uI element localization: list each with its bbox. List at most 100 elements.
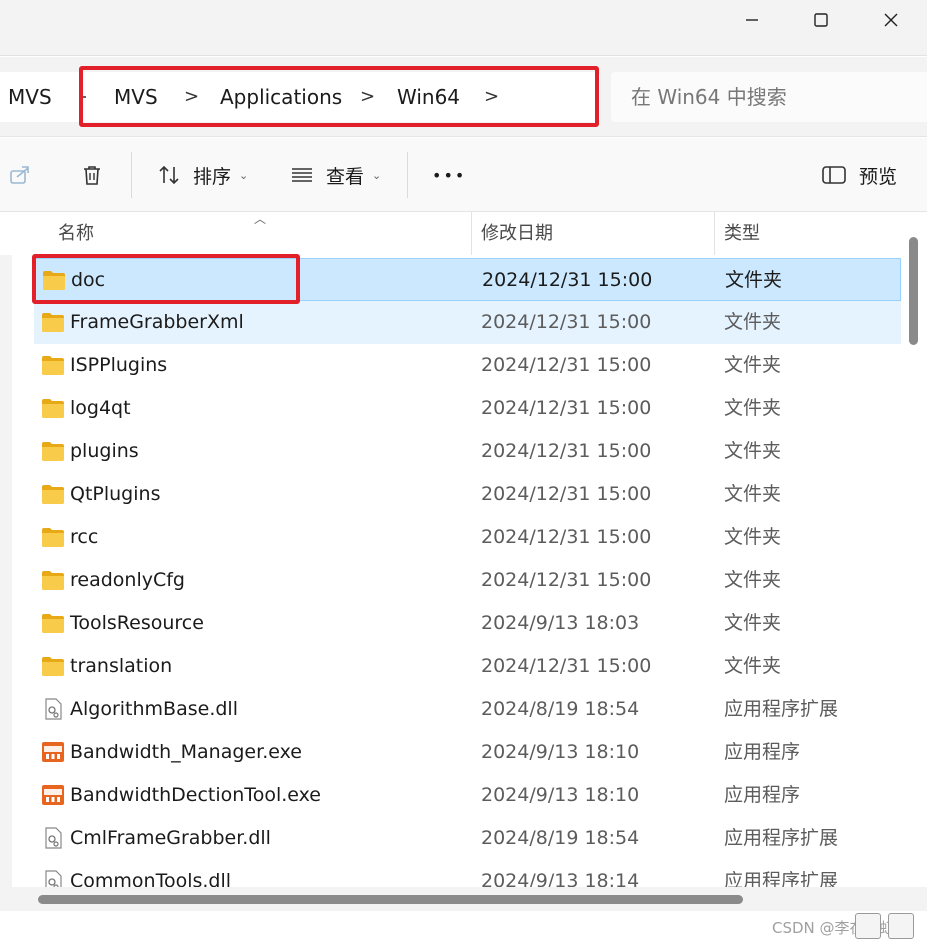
breadcrumb-separator[interactable]: > [484, 72, 499, 122]
file-modified-date: 2024/12/31 15:00 [481, 655, 652, 677]
file-modified-date: 2024/12/31 15:00 [481, 440, 652, 462]
share-button[interactable] [8, 138, 32, 212]
breadcrumb-item-win64[interactable]: Win64 [397, 72, 460, 122]
file-row[interactable]: Bandwidth_Manager.exe 2024/9/13 18:10 应用程序 [34, 731, 901, 774]
file-row[interactable]: doc 2024/12/31 15:00 文件夹 [34, 258, 901, 301]
file-name[interactable]: ISPPlugins [70, 344, 167, 387]
command-bar: 排序 ⌄ 查看 ⌄ ••• 预览 [0, 138, 927, 212]
file-modified-date: 2024/9/13 18:10 [481, 741, 640, 763]
breadcrumb-separator[interactable]: > [360, 72, 375, 122]
file-name[interactable]: QtPlugins [70, 473, 160, 516]
search-input[interactable] [631, 72, 921, 122]
file-name[interactable]: readonlyCfg [70, 559, 185, 602]
file-modified-date: 2024/12/31 15:00 [482, 269, 653, 291]
column-divider[interactable] [471, 212, 472, 255]
file-type: 应用程序 [724, 784, 801, 806]
file-type: 应用程序扩展 [724, 827, 839, 849]
title-bar [0, 0, 927, 56]
file-type: 文件夹 [724, 354, 782, 376]
file-name[interactable]: CommonTools.dll [70, 860, 231, 888]
exe-icon [42, 742, 64, 762]
file-name[interactable]: rcc [70, 516, 98, 559]
breadcrumb-prefix[interactable]: MVS [8, 72, 52, 122]
file-modified-date: 2024/9/13 18:14 [481, 870, 640, 888]
file-modified-date: 2024/12/31 15:00 [481, 397, 652, 419]
file-name[interactable]: BandwidthDectionTool.exe [70, 774, 321, 817]
folder-icon [42, 485, 64, 504]
file-modified-date: 2024/12/31 15:00 [481, 526, 652, 548]
vertical-scrollbar-thumb[interactable] [909, 237, 918, 345]
file-name[interactable]: doc [71, 259, 105, 302]
file-name[interactable]: plugins [70, 430, 139, 473]
file-type: 应用程序扩展 [724, 870, 839, 888]
file-row[interactable]: plugins 2024/12/31 15:00 文件夹 [34, 430, 901, 473]
close-button[interactable] [868, 0, 914, 40]
file-row[interactable]: readonlyCfg 2024/12/31 15:00 文件夹 [34, 559, 901, 602]
sort-icon [159, 165, 179, 185]
sort-button[interactable]: 排序 ⌄ [157, 138, 248, 212]
toolbar-divider [407, 152, 408, 198]
view-button[interactable]: 查看 ⌄ [290, 138, 381, 212]
file-name[interactable]: ToolsResource [70, 602, 204, 645]
more-button[interactable]: ••• [432, 138, 466, 212]
file-row[interactable]: ToolsResource 2024/9/13 18:03 文件夹 [34, 602, 901, 645]
search-box[interactable] [611, 72, 927, 122]
file-name[interactable]: log4qt [70, 387, 131, 430]
column-header-type[interactable]: 类型 [724, 212, 760, 255]
file-row[interactable]: ISPPlugins 2024/12/31 15:00 文件夹 [34, 344, 901, 387]
file-modified-date: 2024/12/31 15:00 [481, 354, 652, 376]
tiles-view-button[interactable] [888, 913, 914, 939]
dll-icon [45, 827, 62, 849]
file-row[interactable]: CmlFrameGrabber.dll 2024/8/19 18:54 应用程序扩展 [34, 817, 901, 860]
minimize-button[interactable] [729, 0, 775, 40]
file-modified-date: 2024/9/13 18:10 [481, 784, 640, 806]
preview-pane-icon [822, 166, 846, 184]
file-row[interactable]: CommonTools.dll 2024/9/13 18:14 应用程序扩展 [34, 860, 901, 888]
file-modified-date: 2024/12/31 15:00 [481, 311, 652, 333]
file-name[interactable]: FrameGrabberXml [70, 301, 244, 344]
column-header-name[interactable]: 名称 [58, 212, 94, 255]
file-row[interactable]: translation 2024/12/31 15:00 文件夹 [34, 645, 901, 688]
maximize-button[interactable] [798, 0, 844, 40]
file-row[interactable]: BandwidthDectionTool.exe 2024/9/13 18:10 应… [34, 774, 901, 817]
share-icon [10, 166, 29, 184]
column-header-date[interactable]: 修改日期 [481, 212, 553, 255]
folder-icon [42, 442, 64, 461]
file-row[interactable]: AlgorithmBase.dll 2024/8/19 18:54 应用程序扩展 [34, 688, 901, 731]
address-row: MVS MVS > Applications > Win64 > [0, 57, 927, 137]
file-type: 文件夹 [725, 269, 783, 291]
folder-icon [42, 356, 64, 375]
breadcrumb-separator[interactable]: > [184, 72, 199, 122]
folder-icon [42, 571, 64, 590]
file-row[interactable]: FrameGrabberXml 2024/12/31 15:00 文件夹 [34, 301, 901, 344]
file-row[interactable]: QtPlugins 2024/12/31 15:00 文件夹 [34, 473, 901, 516]
toolbar-divider [131, 152, 132, 198]
horizontal-scrollbar-thumb[interactable] [38, 895, 743, 904]
folder-icon [42, 313, 64, 332]
breadcrumb[interactable]: MVS MVS > Applications > Win64 > [0, 72, 600, 122]
breadcrumb-item-mvs[interactable]: MVS [114, 72, 158, 122]
delete-button[interactable] [80, 138, 104, 212]
file-modified-date: 2024/8/19 18:54 [481, 827, 640, 849]
file-name[interactable]: translation [70, 645, 172, 688]
preview-label: 预览 [859, 165, 898, 188]
folder-icon [43, 271, 65, 290]
file-type: 应用程序扩展 [724, 698, 839, 720]
file-name[interactable]: AlgorithmBase.dll [70, 688, 238, 731]
file-type: 文件夹 [724, 440, 782, 462]
view-list-icon [292, 168, 312, 182]
minimize-icon [746, 19, 758, 21]
file-modified-date: 2024/12/31 15:00 [481, 569, 652, 591]
file-row[interactable]: rcc 2024/12/31 15:00 文件夹 [34, 516, 901, 559]
column-header-row: ︿ 名称 修改日期 类型 [0, 212, 910, 255]
trash-icon [84, 166, 100, 185]
breadcrumb-item-applications[interactable]: Applications [220, 72, 342, 122]
chevron-down-icon: ⌄ [372, 168, 382, 182]
file-name[interactable]: CmlFrameGrabber.dll [70, 817, 271, 860]
file-row[interactable]: log4qt 2024/12/31 15:00 文件夹 [34, 387, 901, 430]
column-divider[interactable] [714, 212, 715, 255]
folder-icon [42, 657, 64, 676]
details-view-button[interactable] [855, 913, 881, 939]
preview-button[interactable]: 预览 [821, 138, 897, 212]
file-name[interactable]: Bandwidth_Manager.exe [70, 731, 302, 774]
